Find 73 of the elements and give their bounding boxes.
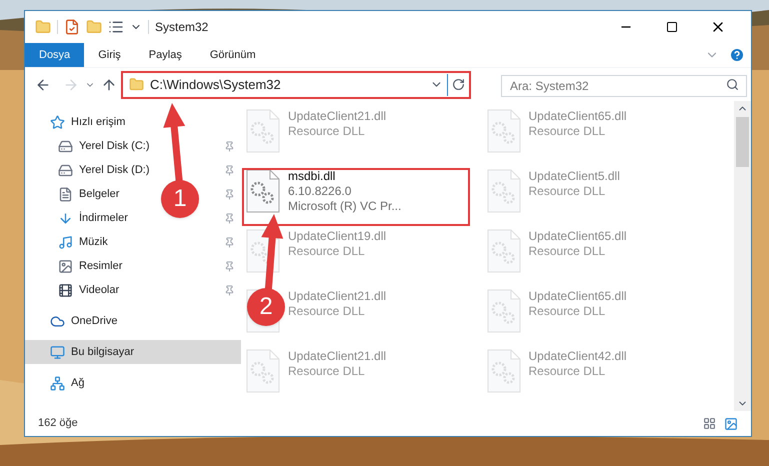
search-field[interactable]: Ara: System32	[501, 74, 747, 96]
file-detail: 6.10.8226.0	[288, 184, 352, 199]
sidebar-item[interactable]: Resimler	[79, 258, 122, 274]
file-detail: Resource DLL	[528, 184, 606, 199]
file-detail: Resource DLL	[288, 244, 365, 259]
pin-icon[interactable]	[224, 236, 235, 248]
dll-file-icon	[486, 109, 520, 153]
scroll-thumb[interactable]	[736, 117, 749, 167]
scrollbar[interactable]	[734, 101, 751, 411]
dll-file-icon	[486, 169, 520, 213]
film-icon	[58, 282, 73, 298]
folder-icon	[129, 77, 144, 92]
dll-file-icon	[246, 169, 280, 213]
ribbon-tab[interactable]: Görünüm	[196, 43, 270, 67]
drive-icon	[58, 138, 73, 154]
item-count: 162 öğe	[38, 416, 78, 432]
address-bar[interactable]: C:\Windows\System32	[121, 70, 471, 98]
sidebar-item[interactable]: İndirmeler	[79, 210, 128, 226]
monitor-icon	[50, 344, 65, 360]
drive-icon	[58, 162, 73, 178]
pin-icon[interactable]	[224, 284, 235, 296]
file-detail: Resource DLL	[288, 124, 365, 139]
pin-icon[interactable]	[224, 140, 235, 152]
sidebar-item[interactable]: OneDrive	[71, 312, 118, 330]
sidebar-item[interactable]: Müzik	[79, 234, 108, 250]
dll-file-icon	[486, 349, 520, 393]
file-detail: Resource DLL	[288, 364, 365, 379]
music-note-icon	[58, 234, 73, 250]
search-icon	[726, 78, 739, 90]
ribbon-tab[interactable]: Paylaş	[134, 43, 196, 67]
view-icon[interactable]	[108, 19, 124, 35]
sidebar-item[interactable]: Hızlı erişim	[71, 114, 126, 130]
address-path: C:\Windows\System32	[150, 76, 281, 94]
pin-icon[interactable]	[224, 188, 235, 200]
picture-icon	[58, 258, 73, 274]
folder-icon	[35, 19, 51, 35]
network-icon	[50, 376, 65, 390]
file-detail: Microsoft (R) VC Pr...	[288, 199, 402, 214]
sidebar-item[interactable]: Belgeler	[79, 186, 120, 202]
down-arrow-icon	[58, 210, 73, 226]
file-detail: Resource DLL	[288, 304, 365, 319]
sidebar-item[interactable]: Yerel Disk (D:)	[79, 162, 150, 178]
sidebar-item[interactable]: Bu bilgisayar	[71, 344, 134, 360]
sidebar-item[interactable]: Yerel Disk (C:)	[79, 138, 150, 154]
file-detail: Resource DLL	[528, 304, 606, 319]
file-detail: Resource DLL	[528, 124, 606, 139]
large-icons-view-icon[interactable]	[724, 416, 738, 430]
dll-file-icon	[486, 229, 520, 273]
details-view-icon[interactable]	[703, 417, 716, 430]
up-icon[interactable]	[101, 76, 117, 92]
ribbon-tab[interactable]: Dosya	[25, 43, 84, 67]
cloud-icon	[50, 314, 65, 328]
document-icon	[58, 186, 73, 202]
sidebar-item[interactable]: Ağ	[71, 374, 84, 392]
dll-file-icon	[486, 289, 520, 333]
file-name[interactable]: msdbi.dll	[288, 169, 336, 184]
sidebar-item[interactable]: Videolar	[79, 282, 120, 298]
dll-file-icon	[246, 109, 280, 153]
properties-icon[interactable]	[64, 19, 80, 35]
back-icon[interactable]	[35, 76, 51, 92]
pin-icon[interactable]	[224, 212, 235, 224]
file-detail: Resource DLL	[528, 364, 606, 379]
refresh-icon[interactable]	[452, 78, 465, 91]
maximize-icon	[666, 21, 678, 33]
window-title: System32	[155, 19, 208, 36]
file-detail: Resource DLL	[528, 244, 606, 259]
pin-icon[interactable]	[224, 164, 235, 176]
pin-icon[interactable]	[224, 260, 235, 272]
star-icon	[50, 114, 65, 130]
dll-file-icon	[246, 349, 280, 393]
ribbon-tab[interactable]: Giriş	[84, 43, 135, 67]
help-icon[interactable]	[729, 47, 745, 63]
selected-sidebar-row[interactable]: Bu bilgisayar	[25, 340, 241, 364]
